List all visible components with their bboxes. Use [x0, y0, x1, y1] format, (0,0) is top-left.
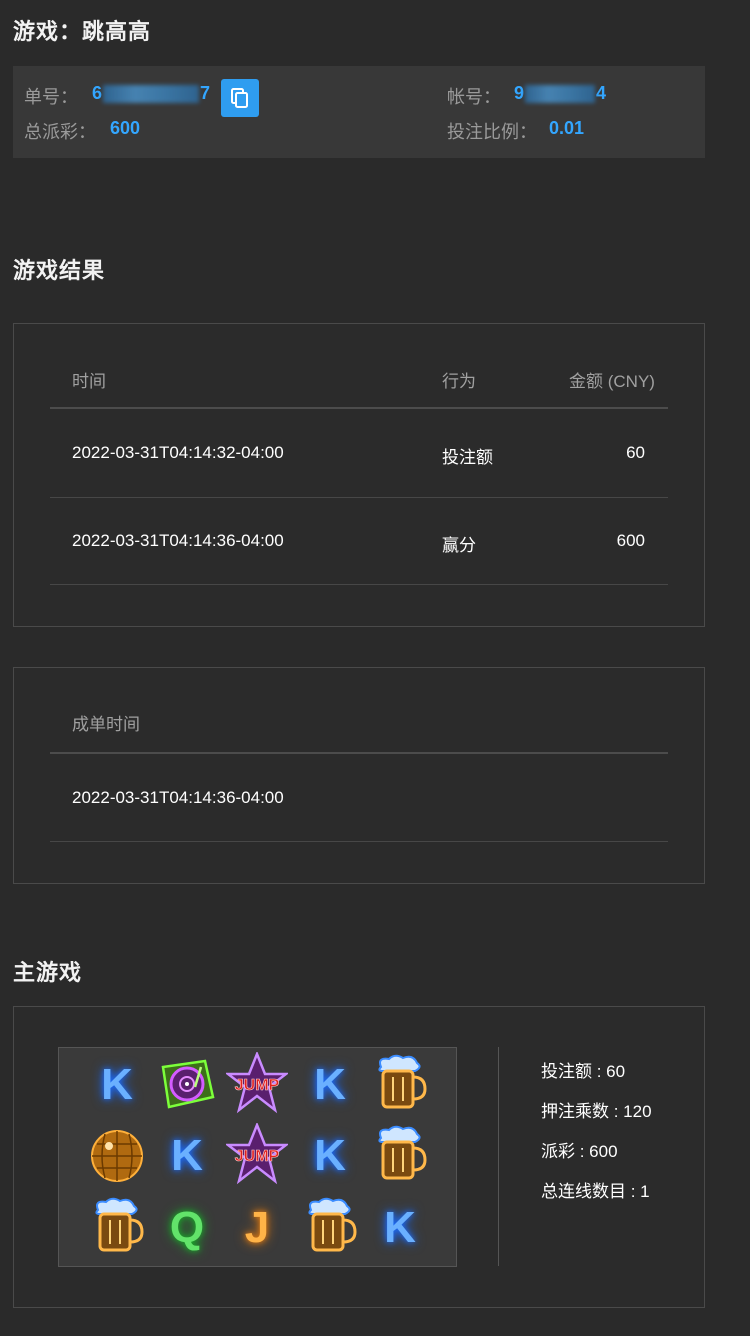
- k-symbol-icon: K: [101, 1060, 133, 1109]
- table-row-divider: [50, 841, 668, 842]
- row-2-action: 赢分: [442, 536, 476, 555]
- row-1-time: 2022-03-31T04:14:32-04:00: [72, 443, 284, 462]
- game-label: 游戏：: [13, 19, 83, 44]
- k-symbol-icon: K: [171, 1131, 203, 1180]
- turntable-icon: [156, 1054, 218, 1116]
- redacted-mask: [103, 85, 200, 104]
- copy-icon: [231, 88, 248, 108]
- order-number-label: 单号：: [24, 87, 78, 107]
- order-info-panel: [13, 66, 705, 158]
- bet-ratio-value: 0.01: [549, 118, 585, 138]
- table-row-divider: [50, 584, 668, 585]
- k-symbol-icon: K: [314, 1131, 346, 1180]
- stats-divider: [498, 1047, 499, 1266]
- game-name: 跳高高: [82, 19, 152, 44]
- slot-reels: K JUMP K K JUMP K Q J K: [58, 1047, 457, 1267]
- column-header-settlement-time: 成单时间: [72, 715, 140, 734]
- page-title: 游戏：跳高高: [13, 14, 151, 46]
- settlement-table: [13, 667, 705, 884]
- stat-total-lines: 总连线数目 : 1: [541, 1182, 650, 1201]
- column-header-time: 时间: [72, 372, 106, 391]
- j-symbol-icon: J: [244, 1203, 270, 1252]
- k-symbol-icon: K: [384, 1203, 416, 1252]
- jump-star-icon: JUMP: [226, 1052, 288, 1114]
- beer-mug-icon: [369, 1052, 431, 1114]
- beer-mug-icon: [299, 1195, 361, 1257]
- k-symbol-icon: K: [314, 1060, 346, 1109]
- order-number-row: 单号：: [24, 83, 78, 109]
- row-1-amount: 60: [626, 443, 645, 462]
- beer-mug-icon: [369, 1123, 431, 1185]
- table-divider: [50, 752, 668, 754]
- column-header-action: 行为: [442, 372, 476, 391]
- row-1-action: 投注额: [442, 448, 493, 467]
- bet-ratio-label: 投注比例：: [447, 122, 537, 142]
- account-value: 94: [514, 83, 607, 104]
- total-payout-value: 600: [110, 118, 141, 138]
- account-label: 帐号：: [447, 87, 501, 107]
- svg-text:JUMP: JUMP: [235, 1077, 280, 1094]
- stat-payout: 派彩 : 600: [541, 1142, 618, 1161]
- section-title-main-game: 主游戏: [13, 960, 83, 985]
- column-header-amount: 金额 (CNY): [569, 372, 655, 391]
- stat-bet-amount: 投注额 : 60: [541, 1062, 626, 1081]
- row-2-time: 2022-03-31T04:14:36-04:00: [72, 531, 284, 550]
- stat-bet-multiplier: 押注乘数 : 120: [541, 1102, 652, 1121]
- row-2-amount: 600: [616, 531, 645, 550]
- redacted-mask: [525, 85, 596, 104]
- total-payout-label: 总派彩：: [24, 122, 96, 142]
- copy-button[interactable]: [221, 79, 259, 117]
- table-divider: [50, 407, 668, 409]
- q-symbol-icon: Q: [169, 1203, 205, 1252]
- beer-mug-icon: [86, 1195, 148, 1257]
- jump-star-icon: JUMP: [226, 1123, 288, 1185]
- svg-text:JUMP: JUMP: [235, 1148, 280, 1165]
- order-number-value[interactable]: 67: [92, 83, 210, 104]
- section-title-game-result: 游戏结果: [13, 258, 106, 283]
- settlement-time-value: 2022-03-31T04:14:36-04:00: [72, 788, 284, 807]
- table-row-divider: [50, 497, 668, 498]
- disco-ball-icon: [86, 1125, 148, 1187]
